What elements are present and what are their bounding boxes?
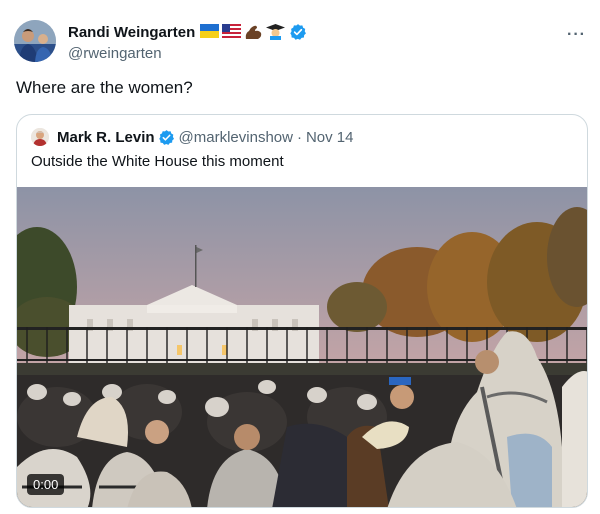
tweet-text: Where are the women?: [16, 78, 193, 97]
author-block: Randi Weingarten @rweingarten: [68, 22, 307, 62]
quoted-tweet[interactable]: Mark R. Levin @marklevinshow · Nov 14 Ou…: [16, 114, 588, 508]
verified-badge-icon[interactable]: [289, 23, 307, 41]
tweet: Randi Weingarten @rweingarten ··· Where …: [0, 0, 600, 514]
ukraine-flag-icon: [200, 24, 220, 40]
video-timestamp: 0:00: [27, 474, 65, 495]
us-flag-icon: [222, 24, 242, 40]
video-frame: [17, 187, 587, 507]
quoted-author-handle[interactable]: @marklevinshow: [179, 129, 293, 146]
quoted-verified-badge-icon: [158, 129, 175, 146]
quoted-author-display-name[interactable]: Mark R. Levin: [57, 129, 155, 146]
author-badges: [200, 24, 286, 40]
more-options-button[interactable]: ···: [567, 26, 586, 44]
quoted-author-avatar[interactable]: [31, 128, 49, 146]
quoted-tweet-header: Mark R. Levin @marklevinshow · Nov 14: [31, 127, 354, 147]
author-avatar[interactable]: [14, 20, 56, 62]
author-display-name[interactable]: Randi Weingarten: [68, 24, 195, 41]
graduate-icon: [266, 24, 286, 40]
quoted-tweet-text: Outside the White House this moment: [31, 153, 284, 170]
author-handle[interactable]: @rweingarten: [68, 45, 307, 62]
flexed-biceps-icon: [244, 24, 263, 40]
quoted-tweet-date[interactable]: Nov 14: [306, 129, 354, 146]
quoted-video[interactable]: 0:00: [17, 187, 587, 507]
separator-dot: ·: [296, 128, 302, 146]
